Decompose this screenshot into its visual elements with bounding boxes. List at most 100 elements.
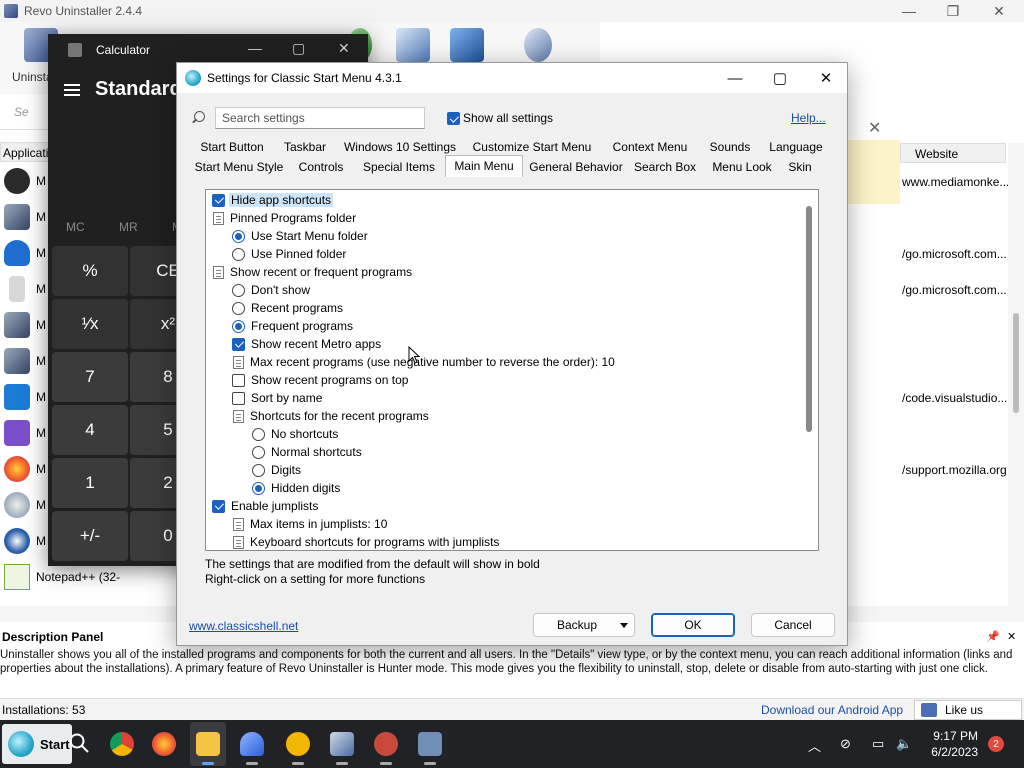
tree-item[interactable]: Normal shortcuts [252,443,362,461]
help-link[interactable]: Help... [791,111,826,125]
tab-taskbar[interactable]: Taskbar [279,137,331,157]
calculator-maximize-button[interactable]: ▢ [292,40,305,57]
calc-key[interactable]: % [52,246,128,296]
hamburger-menu-icon[interactable] [64,84,80,96]
tree-item[interactable]: Use Start Menu folder [232,227,368,245]
tree-item[interactable]: Digits [252,461,301,479]
start-button[interactable]: Start [2,724,72,764]
calc-key[interactable]: +/- [52,511,128,561]
ok-button[interactable]: OK [651,613,735,637]
revo-uninstaller-icon[interactable] [330,732,354,756]
revo-vertical-scrollbar[interactable] [1008,143,1024,613]
help-book-icon[interactable] [450,28,484,62]
tab-customize-start-menu[interactable]: Customize Start Menu [469,137,595,157]
tree-item[interactable]: Shortcuts for the recent programs [232,407,429,425]
panel-close-icon[interactable]: ✕ [868,118,881,138]
tree-checkbox[interactable] [232,373,245,387]
column-header-application[interactable]: Applicati [0,142,50,162]
revo-maximize-button[interactable]: ❐ [930,0,976,22]
settings-maximize-button[interactable]: ▢ [757,63,803,93]
tab-controls[interactable]: Controls [295,157,347,177]
app-icon[interactable] [240,732,264,756]
tree-item[interactable]: Show recent or frequent programs [212,263,412,281]
tab-main-menu[interactable]: Main Menu [445,155,523,177]
tab-menu-look[interactable]: Menu Look [709,157,775,177]
tree-checkbox[interactable] [212,499,225,513]
volume-icon[interactable]: 🔈 [896,736,912,752]
tree-radio[interactable] [252,445,265,459]
android-app-link[interactable]: Download our Android App [761,703,903,717]
tree-radio[interactable] [252,481,265,495]
classicshell-website-link[interactable]: www.classicshell.net [189,619,298,633]
tree-item[interactable]: Show recent programs on top [232,371,408,389]
tree-item[interactable]: No shortcuts [252,425,338,443]
tab-sounds[interactable]: Sounds [707,137,753,157]
show-all-settings-checkbox[interactable] [447,112,460,125]
tree-radio[interactable] [252,463,265,477]
network-icon[interactable]: ⊘ [840,736,851,752]
calc-key[interactable]: 7 [52,352,128,402]
tree-item[interactable]: Don't show [232,281,310,299]
revo-close-button[interactable]: ✕ [976,0,1022,22]
tree-item[interactable]: Sort by name [232,389,322,407]
cancel-button[interactable]: Cancel [751,613,835,637]
calc-key[interactable]: 4 [52,405,128,455]
tree-item[interactable]: Max recent programs (use negative number… [232,353,615,371]
memory-clear-button[interactable]: MC [66,220,85,234]
revo-minimize-button[interactable]: — [886,0,932,22]
search-icon[interactable] [68,732,90,754]
app-icon[interactable] [286,732,310,756]
tree-scrollbar-thumb[interactable] [806,206,812,432]
tab-start-button[interactable]: Start Button [193,137,271,157]
tab-search-box[interactable]: Search Box [633,157,697,177]
tab-start-menu-style[interactable]: Start Menu Style [193,157,285,177]
list-item[interactable]: M [0,486,50,522]
tree-radio[interactable] [232,247,245,261]
list-item[interactable]: M [0,522,50,558]
column-header-website[interactable]: Website [900,143,1006,163]
list-item[interactable]: M [0,306,50,342]
tree-item[interactable]: Pinned Programs folder [212,209,356,227]
settings-minimize-button[interactable]: — [712,63,758,93]
memory-recall-button[interactable]: MR [119,220,138,234]
tree-item[interactable]: Keyboard shortcuts for programs with jum… [232,533,499,550]
list-item[interactable]: M [0,198,50,234]
scroll-thumb[interactable] [1013,313,1019,413]
like-us-button[interactable]: Like us [914,700,1022,720]
search-settings-input[interactable] [216,108,424,128]
list-item[interactable]: M [0,414,50,450]
tree-radio[interactable] [232,319,245,333]
tree-checkbox[interactable] [232,391,245,405]
list-item[interactable]: M [0,162,50,198]
calculator-minimize-button[interactable]: — [248,40,262,56]
tab-general-behavior[interactable]: General Behavior [529,157,623,177]
tree-item[interactable]: Use Pinned folder [232,245,346,263]
description-close-icon[interactable]: ✕ [1007,630,1016,643]
list-item[interactable]: M [0,378,50,414]
calculator-icon[interactable] [418,732,442,756]
notification-badge[interactable]: 2 [988,736,1004,752]
search-settings-field[interactable] [215,107,425,129]
tree-item[interactable]: Show recent Metro apps [232,335,381,353]
tree-item[interactable]: Enable jumplists [212,497,318,515]
file-explorer-icon[interactable] [196,732,220,756]
tab-special-items[interactable]: Special Items [359,157,439,177]
backup-button[interactable]: Backup [533,613,635,637]
pin-icon[interactable]: 📌 [986,630,1000,643]
settings-close-button[interactable]: ✕ [803,63,849,93]
calculator-close-button[interactable]: ✕ [338,40,350,57]
tree-checkbox[interactable] [212,193,225,207]
taskbar-clock[interactable]: 9:17 PM 6/2/2023 [924,728,978,760]
view-icon[interactable] [396,28,430,62]
tree-radio[interactable] [232,229,245,243]
tree-item[interactable]: Hide app shortcuts [212,191,334,209]
list-item[interactable]: M [0,342,50,378]
app-icon[interactable] [374,732,398,756]
calc-key[interactable]: 1 [52,458,128,508]
tree-radio[interactable] [232,283,245,297]
tree-checkbox[interactable] [232,337,245,351]
list-item[interactable]: M [0,450,50,486]
revo-logo-icon[interactable] [524,28,552,62]
chevron-up-icon[interactable]: ︿ [808,736,821,755]
tree-item[interactable]: Max items in jumplists: 10 [232,515,387,533]
